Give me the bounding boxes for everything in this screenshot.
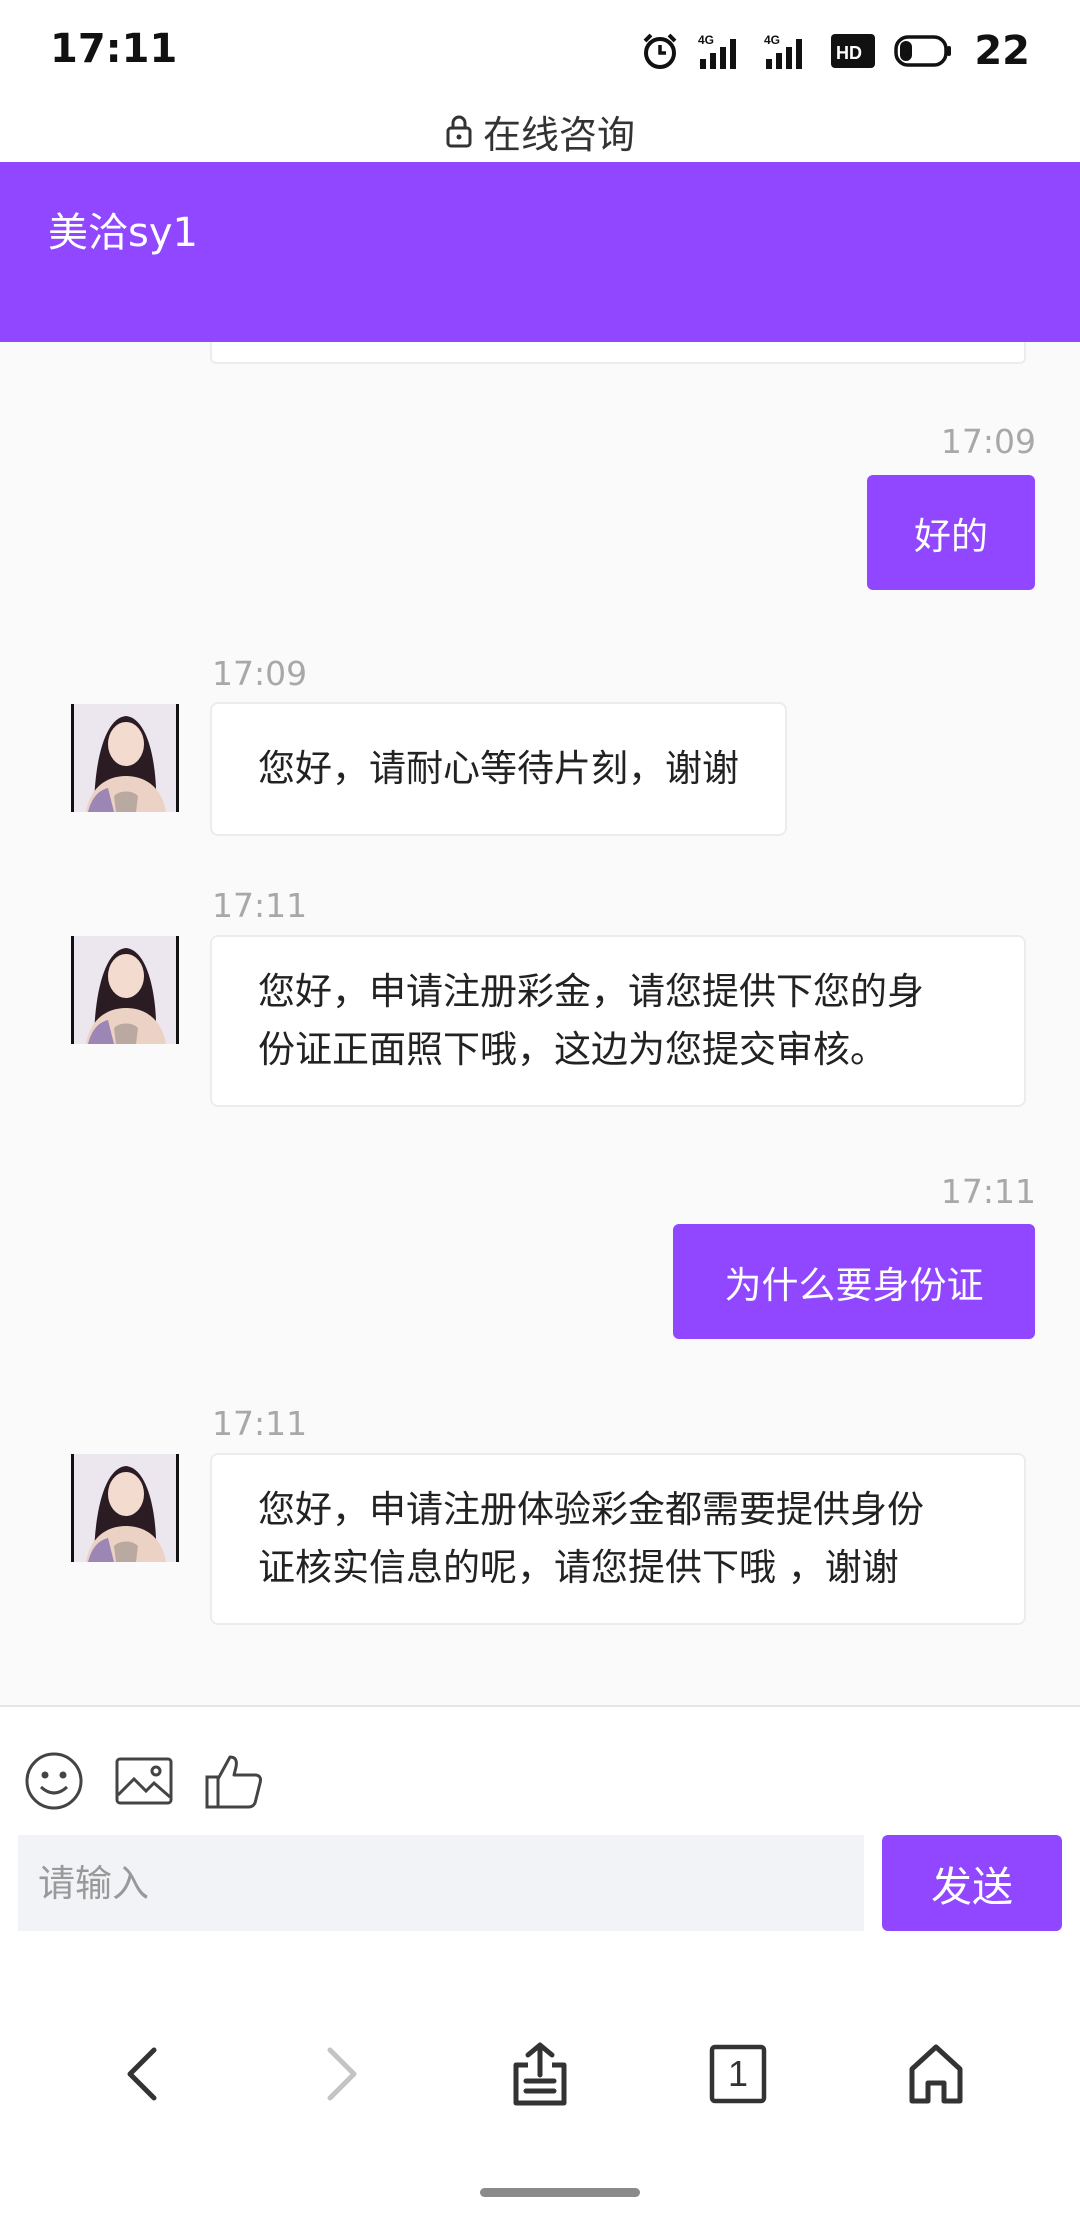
message-text-line: 您好，申请注册彩金，请您提供下您的身 [258,970,924,1013]
url-bar[interactable]: 在线咨询 [0,100,1080,162]
message-text-line: 您好，申请注册体验彩金都需要提供身份 [258,1488,924,1531]
composer: 发送 [0,1705,1080,1970]
alarm-icon [643,33,677,69]
message-bubble-out: 好的 [867,475,1035,590]
share-button[interactable] [500,2034,580,2114]
back-icon [127,2047,157,2101]
message-bubble-partial [210,342,1026,364]
message-time: 17:09 [212,654,308,693]
chat-area[interactable]: 17:09 好的 17:09 您好，请耐心等待片刻，谢谢 17:11 您好，申请… [0,342,1080,1707]
status-bar: 17:11 4G 4G HD 22 [0,0,1080,100]
message-bubble-out: 为什么要身份证 [673,1224,1035,1339]
hd-icon: HD [831,34,876,68]
battery-icon [894,35,952,67]
message-time: 17:11 [212,1404,308,1443]
message-bubble-in: 您好，请耐心等待片刻，谢谢 [210,702,787,836]
share-icon [513,2042,567,2106]
avatar-image [74,1454,176,1562]
emoji-icon[interactable] [24,1751,84,1811]
4g-signal-icon: 4G [698,33,737,69]
tab-count: 1 [727,2053,749,2094]
chat-header: 美洽sy1 [0,162,1080,342]
home-indicator[interactable] [480,2188,640,2197]
lock-icon [446,115,472,148]
chat-title: 美洽sy1 [48,210,198,256]
send-button[interactable]: 发送 [882,1835,1062,1931]
message-time: 17:11 [212,886,308,925]
message-input[interactable] [18,1835,864,1931]
page-title: 在线咨询 [482,112,635,157]
thumbs-up-icon[interactable] [204,1751,266,1811]
avatar-image [74,936,176,1044]
agent-avatar [71,936,179,1044]
back-button[interactable] [102,2034,182,2114]
message-time: 17:11 [940,1172,1036,1211]
forward-button[interactable] [302,2034,382,2114]
agent-avatar [71,704,179,812]
message-time: 17:09 [940,422,1036,461]
4g-signal-icon-2: 4G [764,33,803,69]
message-bubble-in: 您好，申请注册彩金，请您提供下您的身 份证正面照下哦，这边为您提交审核。 [210,935,1026,1107]
home-icon [909,2044,963,2104]
status-time: 17:11 [50,26,178,72]
svg-text:4G: 4G [764,33,780,47]
message-bubble-in: 您好，申请注册体验彩金都需要提供身份 证核实信息的呢，请您提供下哦 ，谢谢 [210,1453,1026,1625]
avatar-image [74,704,176,812]
message-text-line: 证核实信息的呢，请您提供下哦 ，谢谢 [258,1546,899,1589]
svg-text:4G: 4G [698,33,714,47]
message-text: 您好，请耐心等待片刻，谢谢 [258,747,739,790]
image-icon[interactable] [114,1751,174,1811]
browser-nav: 1 [0,1970,1080,2240]
home-button[interactable] [896,2034,976,2114]
battery-level: 22 [974,28,1030,74]
agent-avatar [71,1454,179,1562]
status-icons: 4G 4G HD 22 [640,28,1030,74]
forward-icon [327,2047,357,2101]
message-text-line: 份证正面照下哦，这边为您提交审核。 [258,1028,887,1071]
tabs-button[interactable]: 1 [698,2034,778,2114]
svg-text:HD: HD [836,43,862,63]
